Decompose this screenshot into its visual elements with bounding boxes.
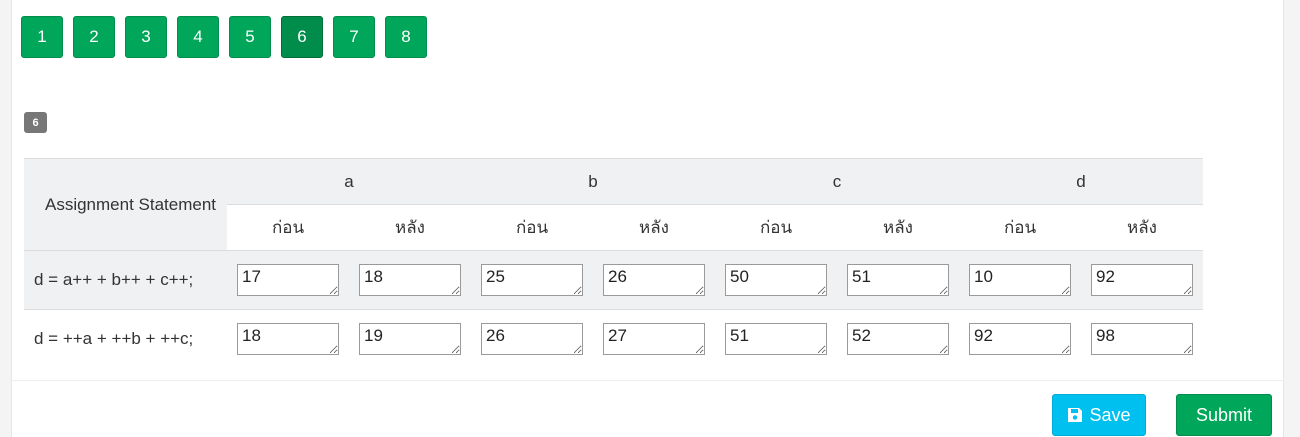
a-after-input[interactable] [359,323,461,356]
page-button-2[interactable]: 2 [73,16,115,58]
d-after-input[interactable] [1091,264,1193,296]
before-header: ก่อน [227,204,349,251]
table-row: d = ++a + ++b + ++c; [24,309,1203,369]
variable-header-d: d [959,158,1203,205]
submit-button-label: Submit [1195,404,1253,425]
a-before-input[interactable] [237,323,339,356]
question-pagination: 1 2 3 4 5 6 7 8 [21,16,427,58]
c-before-input[interactable] [725,264,827,296]
b-before-input[interactable] [481,264,583,296]
before-header: ก่อน [715,204,837,251]
page-button-3[interactable]: 3 [125,16,167,58]
answer-table: Assignment Statement a b c d ก่อน หลัง ก… [24,158,1203,369]
page-button-1[interactable]: 1 [21,16,63,58]
page-button-7[interactable]: 7 [333,16,375,58]
variable-header-row: Assignment Statement a b c d [24,158,1203,251]
b-after-input[interactable] [603,323,705,356]
after-header: หลัง [1081,204,1203,251]
d-before-input[interactable] [969,264,1071,296]
a-before-input[interactable] [237,264,339,296]
page-button-5[interactable]: 5 [229,16,271,58]
save-button-label: Save [1089,404,1131,425]
after-header: หลัง [593,204,715,251]
before-header: ก่อน [959,204,1081,251]
submit-button[interactable]: Submit [1176,394,1272,436]
b-after-input[interactable] [603,264,705,296]
question-number-badge: 6 [24,112,47,133]
d-before-input[interactable] [969,323,1071,356]
statement-column-header: Assignment Statement [24,158,227,251]
page-button-6[interactable]: 6 [281,16,323,58]
variable-header-c: c [715,158,959,205]
after-header: หลัง [349,204,471,251]
table-row: d = a++ + b++ + c++; [24,250,1203,310]
page-button-4[interactable]: 4 [177,16,219,58]
c-after-input[interactable] [847,264,949,296]
statement-cell: d = a++ + b++ + c++; [34,270,194,289]
c-before-input[interactable] [725,323,827,356]
after-header: หลัง [837,204,959,251]
variable-header-a: a [227,158,471,205]
a-after-input[interactable] [359,264,461,296]
before-header: ก่อน [471,204,593,251]
floppy-disk-icon [1068,408,1083,422]
page-button-8[interactable]: 8 [385,16,427,58]
variable-header-b: b [471,158,715,205]
c-after-input[interactable] [847,323,949,356]
d-after-input[interactable] [1091,323,1193,356]
b-before-input[interactable] [481,323,583,356]
statement-cell: d = ++a + ++b + ++c; [34,329,194,349]
save-button[interactable]: Save [1052,394,1146,436]
